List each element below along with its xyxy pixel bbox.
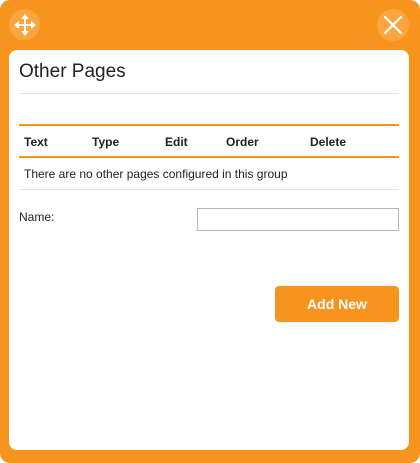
column-header-delete: Delete [310,135,347,149]
dialog-content: Other Pages Text Type Edit Order Delete … [9,50,409,450]
move-arrows-icon [13,13,36,36]
column-header-edit: Edit [165,135,188,149]
other-pages-dialog: Other Pages Text Type Edit Order Delete … [0,0,420,463]
close-button[interactable] [377,9,409,41]
column-header-order: Order [226,135,259,149]
page-title: Other Pages [19,61,126,82]
title-divider [19,93,399,94]
column-header-text: Text [24,135,48,149]
move-icon[interactable] [9,9,40,40]
column-header-type: Type [92,135,120,149]
dialog-titlebar [0,0,420,50]
close-icon [383,15,403,35]
empty-message: There are no other pages configured in t… [24,167,288,181]
add-new-button[interactable]: Add New [275,286,399,322]
name-input[interactable] [197,208,399,231]
table-empty-row: There are no other pages configured in t… [19,158,399,190]
table-header: Text Type Edit Order Delete [19,124,399,158]
name-label: Name: [19,210,55,224]
